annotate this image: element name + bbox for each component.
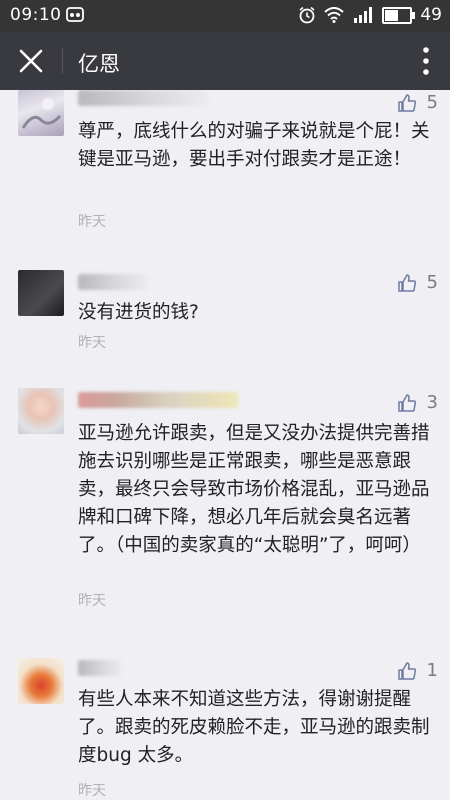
like-button[interactable]: 3 bbox=[397, 392, 438, 413]
like-count: 1 bbox=[426, 660, 438, 681]
alarm-icon bbox=[299, 6, 315, 24]
battery-icon bbox=[382, 6, 416, 24]
battery-fill bbox=[385, 9, 399, 21]
like-button[interactable]: 1 bbox=[397, 660, 438, 681]
app-bar-divider bbox=[62, 48, 63, 74]
like-count: 3 bbox=[426, 392, 438, 413]
status-time: 09:10 bbox=[10, 5, 62, 25]
status-icons: 49 bbox=[298, 5, 442, 25]
nickname-redacted bbox=[78, 90, 208, 106]
comment-text: 尊严，底线什么的对骗子来说就是个屁！关键是亚马逊，要出手对付跟卖才是正途！ bbox=[78, 121, 430, 170]
nickname-redacted bbox=[78, 660, 122, 676]
avatar[interactable] bbox=[18, 270, 64, 316]
like-count: 5 bbox=[426, 92, 438, 113]
avatar[interactable] bbox=[18, 90, 64, 136]
avatar[interactable] bbox=[18, 388, 64, 434]
nickname-redacted bbox=[78, 392, 238, 408]
wifi-icon bbox=[324, 7, 345, 23]
comment-time: 昨天 bbox=[78, 783, 106, 799]
comment-list: 5 尊严，底线什么的对骗子来说就是个屁！关键是亚马逊，要出手对付跟卖才是正途！ … bbox=[0, 90, 450, 800]
avatar[interactable] bbox=[18, 658, 64, 704]
thumbs-up-icon bbox=[397, 661, 416, 680]
thumbs-up-icon bbox=[397, 93, 416, 112]
signal-icon bbox=[354, 7, 373, 23]
comment-time: 昨天 bbox=[78, 335, 106, 351]
comment-time: 昨天 bbox=[78, 214, 106, 230]
status-bar: 09:10 49 bbox=[0, 0, 450, 32]
comment-text: 亚马逊允许跟卖，但是又没办法提供完善措施去识别哪些是正常跟卖，哪些是恶意跟卖，最… bbox=[78, 423, 430, 556]
like-count: 5 bbox=[426, 272, 438, 293]
comment-time: 昨天 bbox=[78, 593, 106, 609]
more-options-icon[interactable] bbox=[422, 46, 430, 76]
thumbs-up-icon bbox=[397, 273, 416, 292]
nickname-redacted bbox=[78, 274, 148, 290]
app-bar: 亿恩 bbox=[0, 32, 450, 90]
comment-text: 没有进货的钱? bbox=[78, 302, 199, 323]
notification-icon bbox=[66, 7, 84, 22]
comment-text: 有些人本来不知道这些方法，得谢谢提醒了。跟卖的死皮赖脸不走，亚马逊的跟卖制度bu… bbox=[78, 689, 430, 766]
battery-percent: 49 bbox=[420, 5, 442, 25]
page-title: 亿恩 bbox=[78, 52, 120, 76]
like-button[interactable]: 5 bbox=[397, 272, 438, 293]
like-button[interactable]: 5 bbox=[397, 92, 438, 113]
thumbs-up-icon bbox=[397, 393, 416, 412]
close-icon[interactable] bbox=[18, 48, 44, 74]
